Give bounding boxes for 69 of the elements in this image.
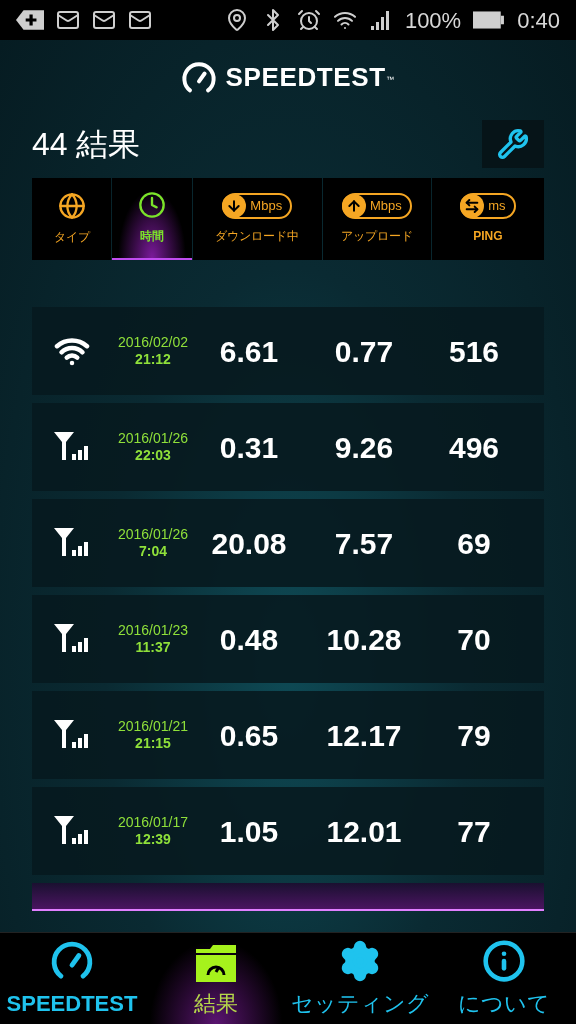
upload-speed: 7.57: [333, 525, 395, 562]
swap-arrows-icon: [464, 198, 481, 214]
upload-speed: 0.77: [333, 333, 395, 370]
upload-speed: 10.28: [325, 621, 403, 658]
ping-value: 496: [447, 429, 501, 466]
unit-label: ms: [488, 197, 506, 216]
nav-tab[interactable]: について: [432, 933, 576, 1024]
cell-tower-signal-icon: [54, 431, 90, 463]
result-time: 12:39: [135, 831, 171, 849]
sort-tab[interactable]: ms PING: [431, 178, 544, 260]
result-row[interactable]: 2016/01/23 11:37 0.48 10.28 70: [32, 595, 544, 683]
result-row[interactable]: 2016/01/26 22:03 0.31 9.26 496: [32, 403, 544, 491]
globe-icon: [57, 192, 86, 220]
mail-icon: [128, 8, 152, 32]
plus-tag-icon: [16, 8, 44, 32]
result-row[interactable]: 2016/01/21 21:15 0.65 12.17 79: [32, 691, 544, 779]
sort-tab[interactable]: Mbps ダウンロード中: [192, 178, 322, 260]
mail-icon: [92, 8, 116, 32]
result-time: 21:12: [135, 351, 171, 369]
ping-value: 516: [447, 333, 501, 370]
ping-value: 70: [456, 621, 492, 658]
result-time: 11:37: [135, 639, 171, 657]
ping-value: 69: [456, 525, 492, 562]
battery-percent: 100%: [404, 6, 462, 35]
battery-icon: [473, 8, 506, 32]
result-date: 2016/01/26: [117, 429, 189, 447]
result-row[interactable]: 2016/02/02 21:12 6.61 0.77 516: [32, 307, 544, 395]
download-speed: 0.48: [218, 621, 280, 658]
sort-tab[interactable]: 時間: [112, 178, 192, 260]
cell-tower-signal-icon: [54, 815, 90, 847]
unit-label: Mbps: [250, 197, 283, 216]
result-row[interactable]: 2016/01/17 12:39 1.05 12.01 77: [32, 787, 544, 875]
tools-icon: [497, 128, 529, 160]
result-time: 7:04: [139, 543, 167, 561]
result-date: 2016/01/26: [117, 525, 189, 543]
folder-gauge-icon: [194, 943, 238, 983]
upload-speed: 12.17: [325, 717, 403, 754]
download-speed: 20.08: [210, 525, 288, 562]
upload-speed: 9.26: [333, 429, 395, 466]
sort-tab[interactable]: タイプ: [32, 178, 112, 260]
unit-label: Mbps: [369, 197, 402, 216]
result-date: 2016/01/17: [117, 813, 189, 831]
tools-button[interactable]: [482, 120, 544, 168]
result-time: 22:03: [135, 447, 171, 465]
alarm-clock-icon: [296, 8, 321, 32]
cell-tower-signal-icon: [54, 527, 90, 559]
download-speed: 6.61: [218, 333, 280, 370]
result-date: 2016/02/02: [117, 333, 189, 351]
download-speed: 0.31: [218, 429, 280, 466]
clock-icon: [138, 191, 167, 219]
result-date: 2016/01/23: [117, 621, 189, 639]
ping-value: 79: [456, 717, 492, 754]
nav-tab[interactable]: SPEEDTEST: [0, 933, 144, 1024]
result-row[interactable]: 2016/01/26 7:04 20.08 7.57 69: [32, 499, 544, 587]
results-count-title: 44 結果: [32, 125, 141, 164]
cell-tower-signal-icon: [54, 719, 90, 751]
nav-tab[interactable]: セッティング: [288, 933, 432, 1024]
app-logo: SPEEDTEST$^{™}$: [225, 61, 395, 94]
download-speed: 0.65: [218, 717, 280, 754]
cell-tower-signal-icon: [54, 623, 90, 655]
result-time: 21:15: [135, 735, 171, 753]
sort-tab[interactable]: Mbps アップロード: [322, 178, 431, 260]
download-speed: 1.05: [218, 813, 280, 850]
clock-time: 0:40: [517, 6, 560, 35]
result-date: 2016/01/21: [117, 717, 189, 735]
ping-value: 77: [456, 813, 492, 850]
mail-icon: [56, 8, 80, 32]
upload-speed: 12.01: [325, 813, 403, 850]
info-icon: [482, 939, 526, 983]
